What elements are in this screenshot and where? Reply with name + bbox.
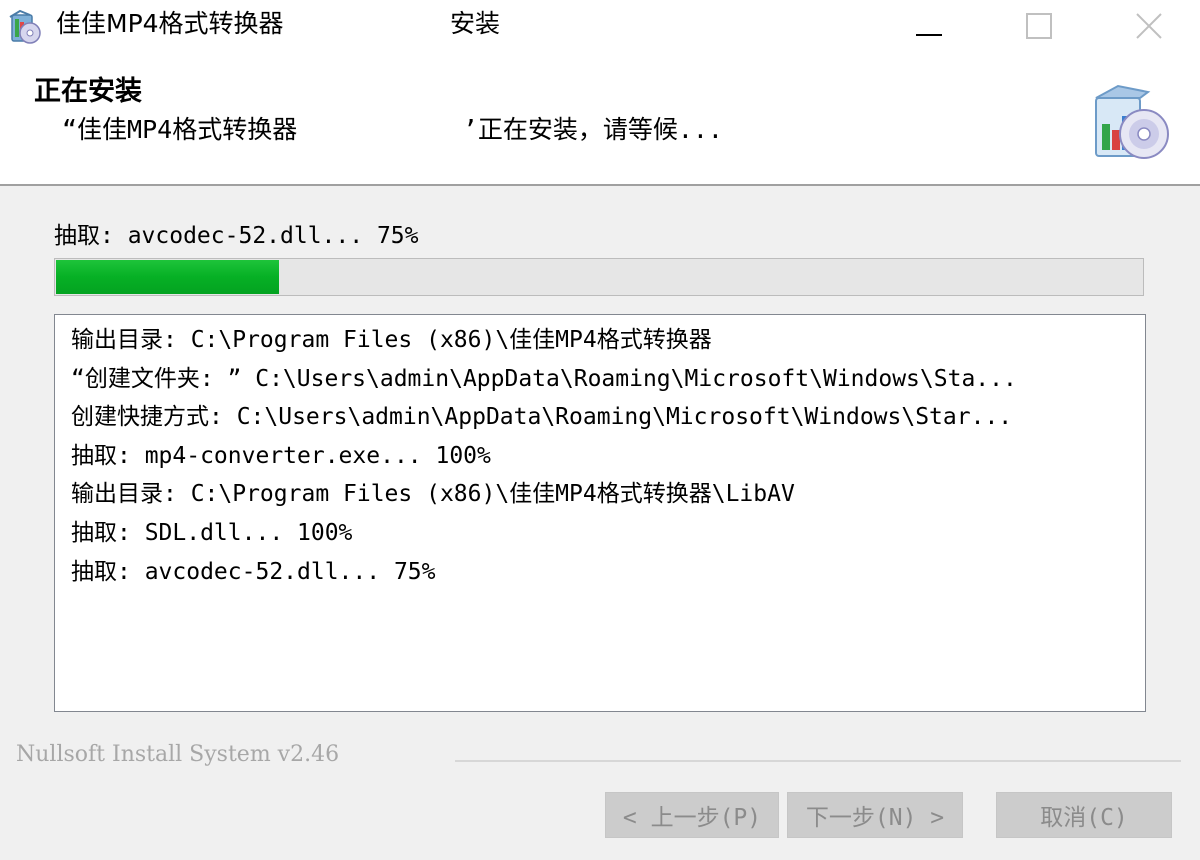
- cancel-button[interactable]: 取消(C): [996, 792, 1172, 838]
- log-line: 抽取: mp4-converter.exe... 100%: [71, 442, 491, 469]
- close-icon: [1136, 13, 1162, 39]
- close-button[interactable]: [1094, 0, 1200, 52]
- log-line: 抽取: avcodec-52.dll... 75%: [71, 558, 436, 585]
- maximize-icon: [1026, 13, 1052, 39]
- progress-fill: [56, 260, 280, 294]
- minimize-icon: [916, 34, 942, 36]
- progress-status-text: 抽取: avcodec-52.dll... 75%: [54, 223, 419, 249]
- back-button[interactable]: < 上一步(P): [605, 792, 779, 838]
- install-log-list[interactable]: 输出目录: C:\Program Files (x86)\佳佳MP4格式转换器 “…: [54, 314, 1146, 712]
- maximize-button[interactable]: [984, 0, 1094, 52]
- branding-divider: [455, 760, 1181, 762]
- header-subtitle: “佳佳MP4格式转换器 ’正在安装，请等候...: [62, 115, 723, 144]
- next-button[interactable]: 下一步(N) >: [787, 792, 963, 838]
- nsis-branding: Nullsoft Install System v2.46: [16, 742, 340, 767]
- minimize-button[interactable]: [874, 0, 984, 52]
- installer-app-icon: [9, 9, 41, 44]
- window-title-suffix: 安装: [450, 9, 501, 38]
- log-line: 输出目录: C:\Program Files (x86)\佳佳MP4格式转换器: [71, 327, 712, 353]
- installer-cd-icon: [1095, 84, 1169, 159]
- window-title: 佳佳MP4格式转换器: [56, 9, 284, 38]
- log-line: “创建文件夹: ” C:\Users\admin\AppData\Roaming…: [71, 365, 1017, 392]
- title-bar: 佳佳MP4格式转换器 安装: [0, 0, 1200, 52]
- log-line: 输出目录: C:\Program Files (x86)\佳佳MP4格式转换器\…: [71, 481, 795, 508]
- log-line: 创建快捷方式: C:\Users\admin\AppData\Roaming\M…: [71, 404, 1013, 431]
- installer-header: 正在安装 “佳佳MP4格式转换器 ’正在安装，请等候...: [0, 52, 1200, 186]
- header-title: 正在安装: [34, 76, 142, 107]
- log-line: 抽取: SDL.dll... 100%: [71, 519, 353, 546]
- install-progress-bar: [54, 258, 1144, 296]
